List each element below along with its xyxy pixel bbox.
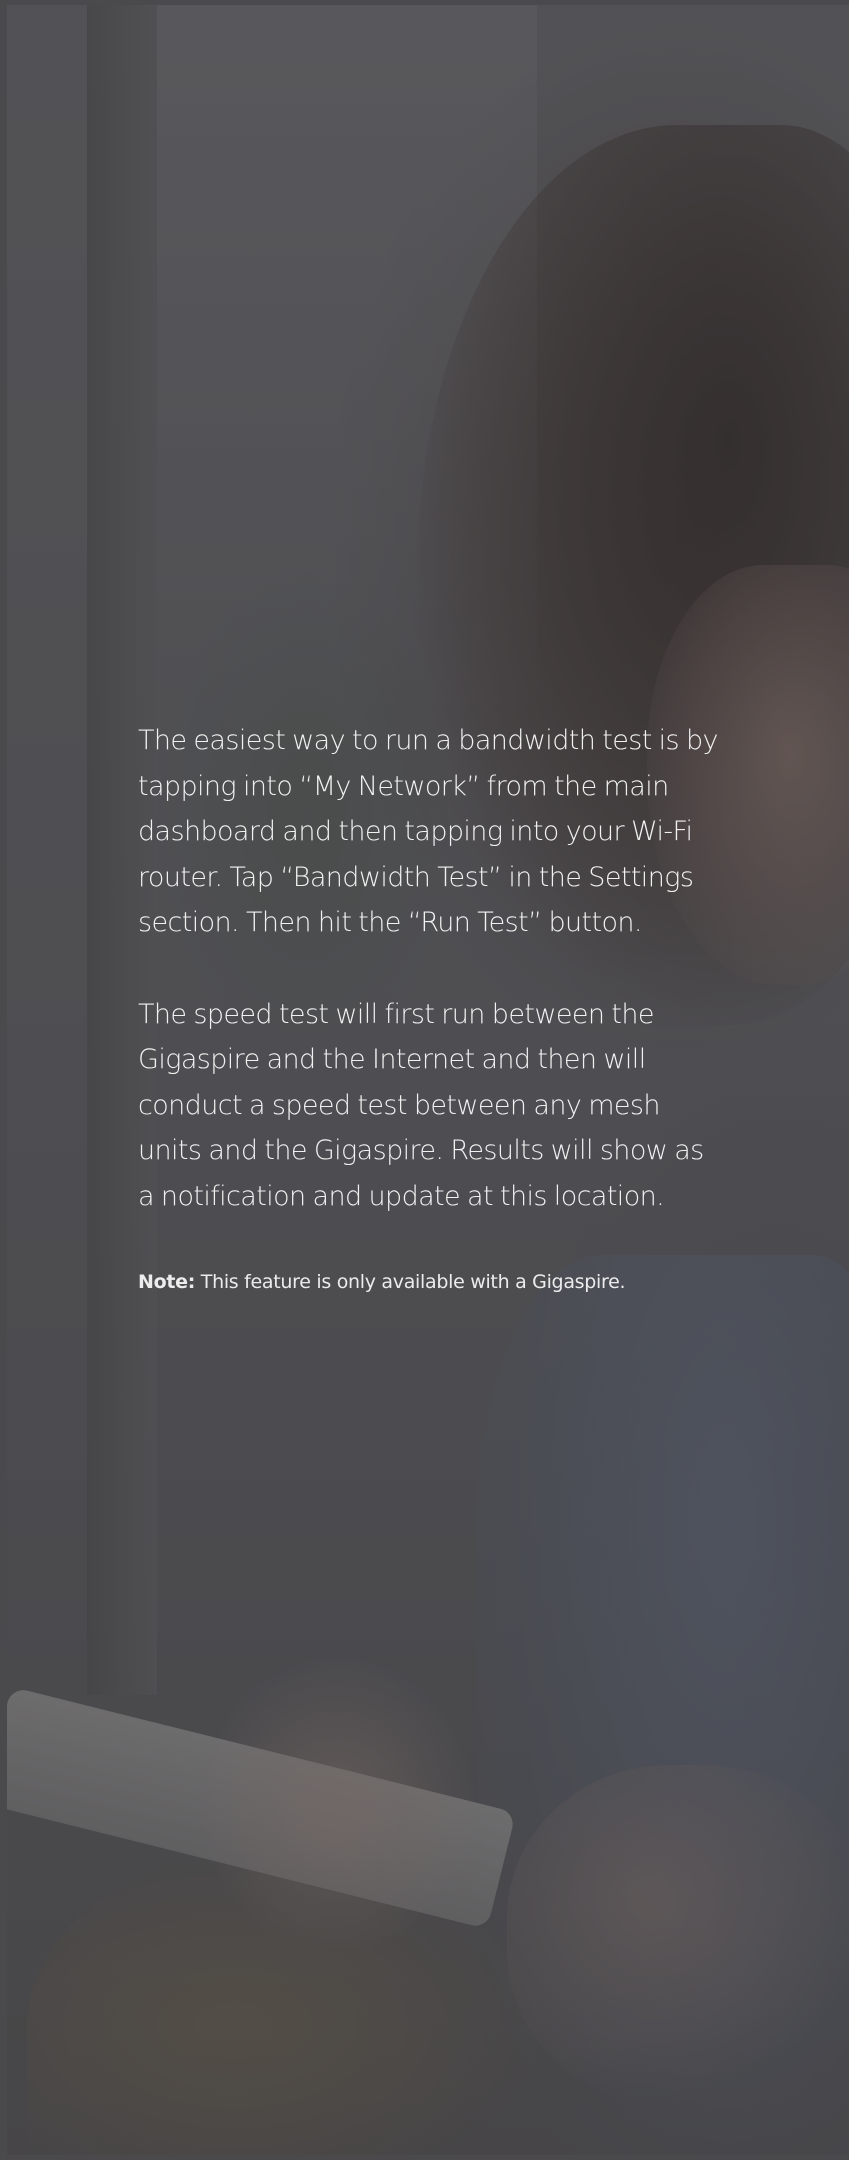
note-text: This feature is only available with a Gi… bbox=[195, 1271, 626, 1293]
instructions-paragraph-2: The speed test will first run between th… bbox=[138, 998, 704, 1212]
instructions-content: The easiest way to run a bandwidth test … bbox=[138, 718, 719, 1295]
instructions-paragraph-1: The easiest way to run a bandwidth test … bbox=[138, 725, 719, 938]
feature-note: Note: This feature is only available wit… bbox=[138, 1269, 718, 1295]
note-label: Note: bbox=[138, 1271, 196, 1293]
